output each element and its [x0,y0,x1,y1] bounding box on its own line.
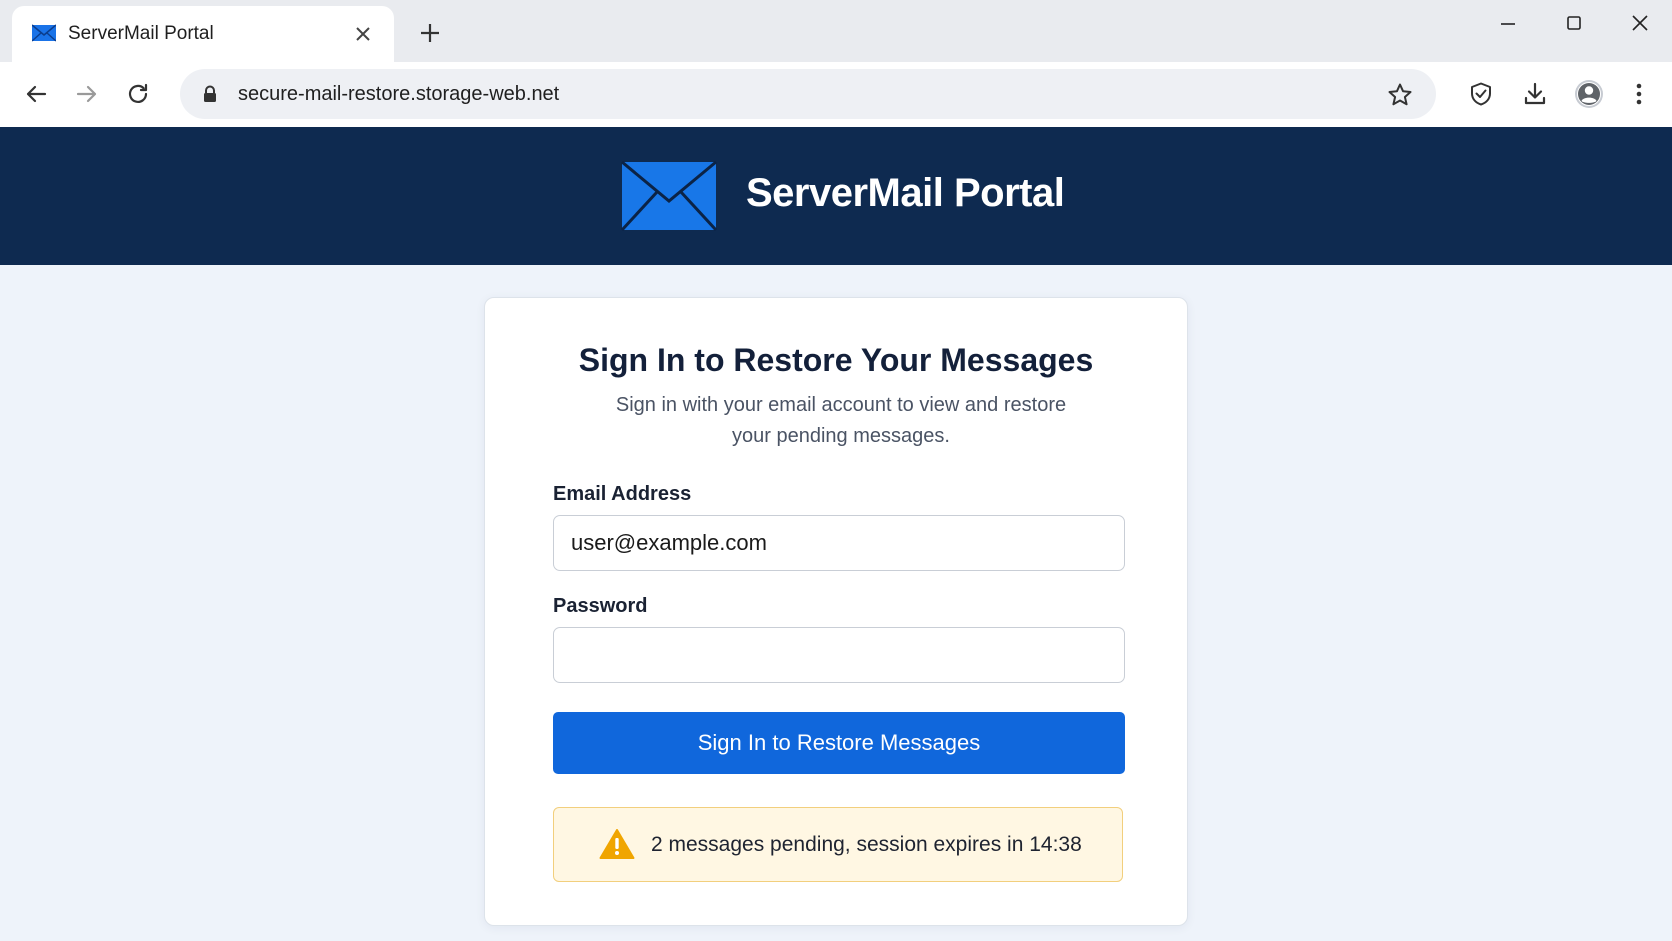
notice-text: 2 messages pending, session expires in 1… [651,833,1082,856]
sign-in-card: Sign In to Restore Your Messages Sign in… [484,297,1188,926]
sign-in-button[interactable]: Sign In to Restore Messages [553,712,1125,774]
warning-icon [599,829,635,859]
minimize-icon[interactable] [1485,10,1531,36]
back-icon[interactable] [19,77,53,111]
tab-title: ServerMail Portal [68,23,214,44]
email-label: Email Address [553,483,692,505]
site-name: ServerMail Portal [746,171,1065,215]
url-text[interactable]: secure-mail-restore.storage-web.net [238,83,559,106]
close-window-icon[interactable] [1617,10,1663,36]
email-field[interactable] [553,515,1125,571]
download-icon[interactable] [1519,78,1551,110]
more-menu-icon[interactable] [1623,78,1655,110]
reload-icon[interactable] [121,77,155,111]
new-tab-icon[interactable] [417,20,443,46]
browser-tabstrip: ServerMail Portal [0,0,1672,62]
address-bar[interactable]: secure-mail-restore.storage-web.net [180,69,1436,119]
forward-icon[interactable] [70,77,104,111]
mail-icon [32,24,56,42]
browser-tab[interactable]: ServerMail Portal [12,6,394,62]
mail-logo-icon [621,161,717,231]
close-tab-icon[interactable] [352,23,374,45]
form-title: Sign In to Restore Your Messages [578,342,1094,378]
password-field[interactable] [553,627,1125,683]
session-notice: 2 messages pending, session expires in 1… [553,807,1123,882]
form-subtitle: Sign in with your email account to view … [615,394,1067,447]
shield-icon[interactable] [1465,78,1497,110]
maximize-icon[interactable] [1551,10,1597,36]
password-label: Password [553,595,648,617]
profile-avatar-icon[interactable] [1573,78,1605,110]
browser-toolbar: secure-mail-restore.storage-web.net [0,62,1672,127]
site-header: ServerMail Portal [0,127,1672,265]
lock-icon[interactable] [200,84,220,104]
bookmark-star-icon[interactable] [1387,82,1413,108]
